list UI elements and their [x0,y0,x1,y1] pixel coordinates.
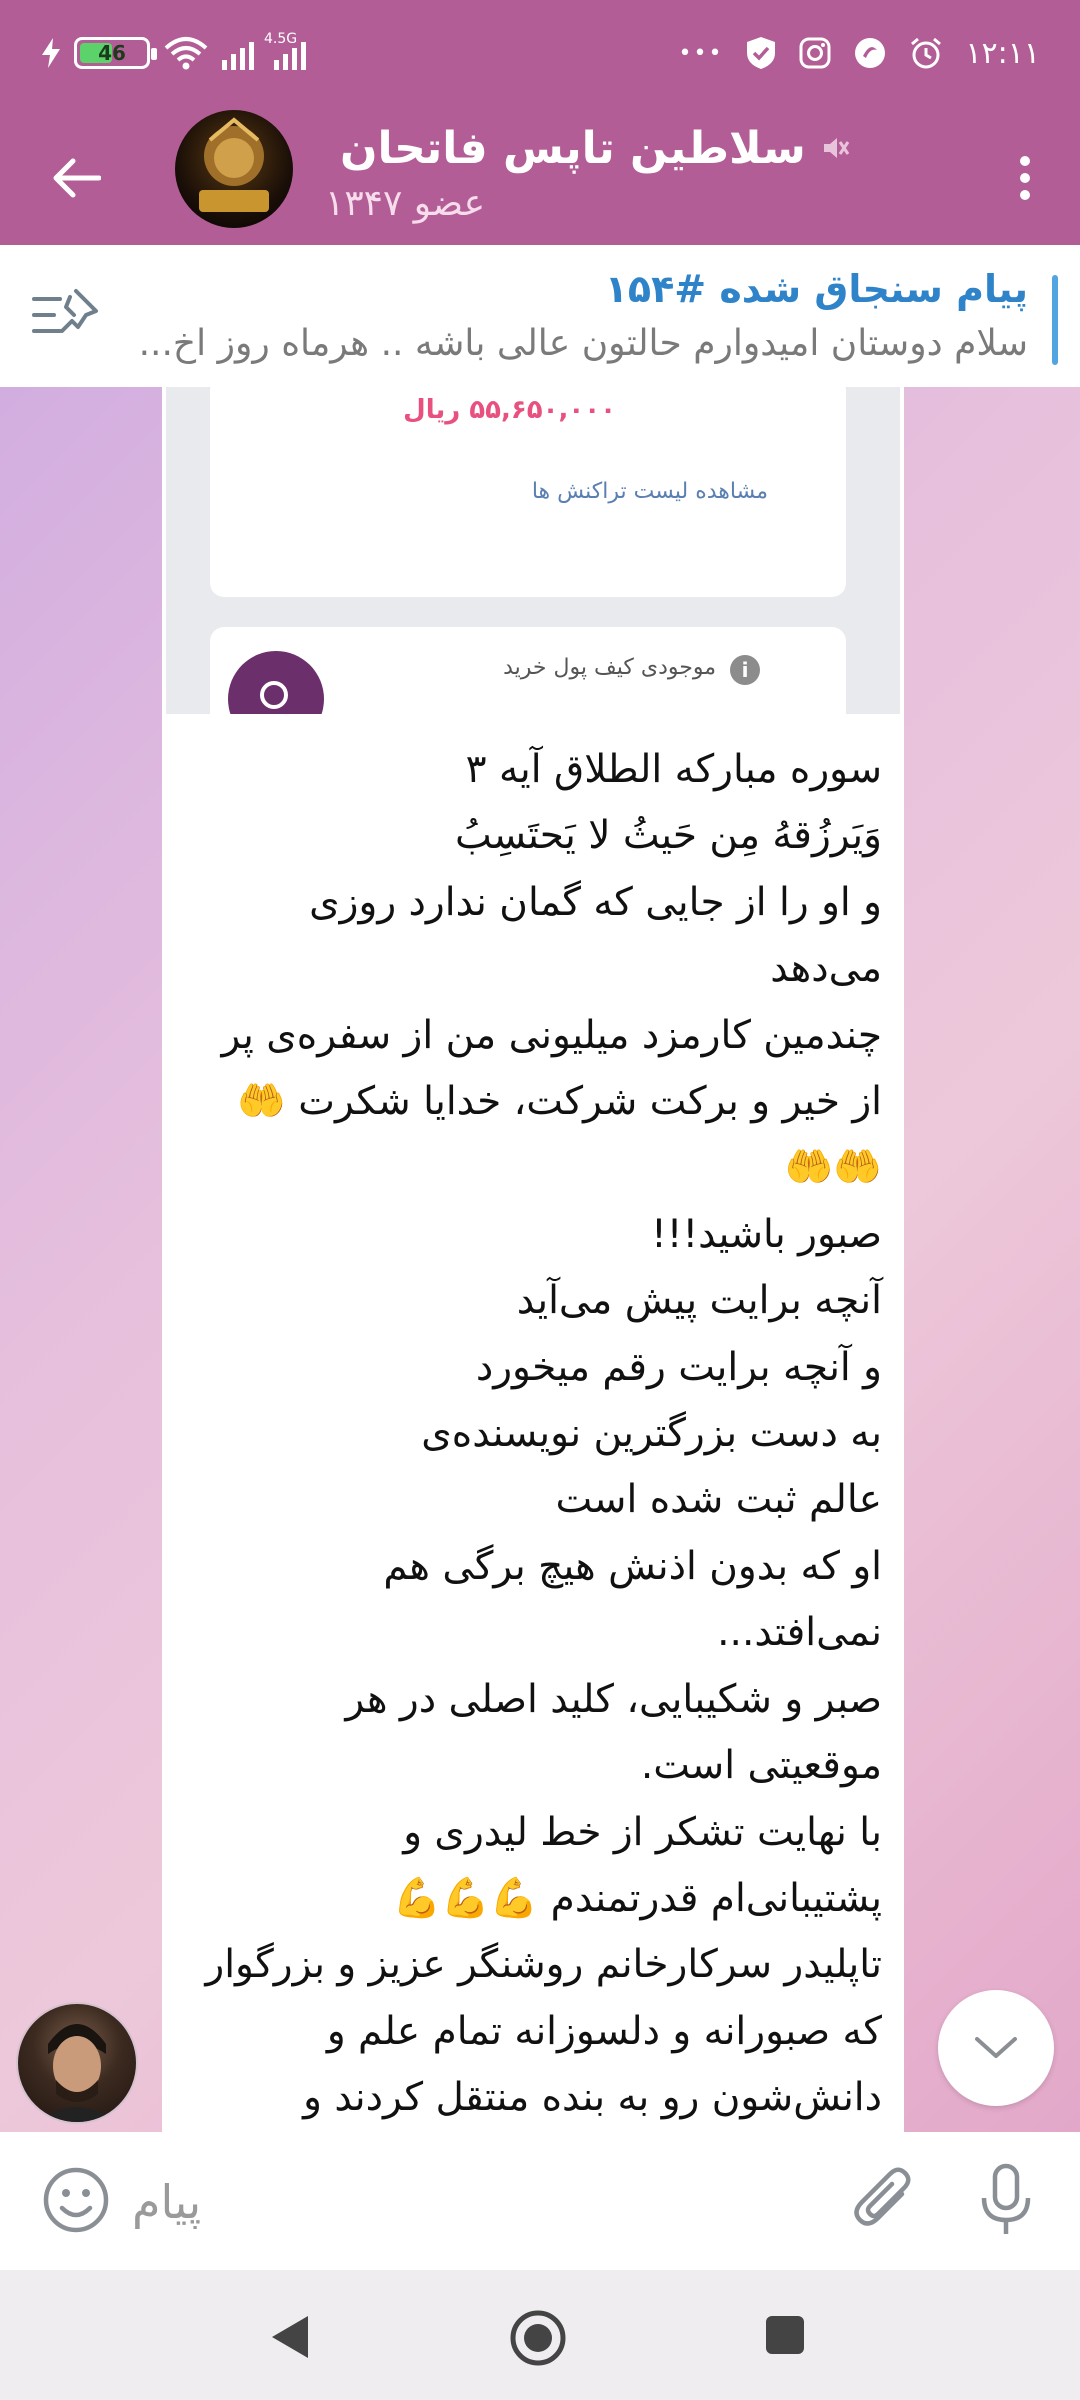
menu-button[interactable] [1000,143,1050,213]
sender-avatar[interactable] [16,2002,138,2124]
alarm-icon [909,36,943,70]
scroll-down-button[interactable] [938,1990,1054,2106]
charging-icon [42,38,60,68]
pinned-title: پیام سنجاق شده #۱۵۴ [604,267,1028,311]
clock: ۱۲:۱۱ [965,35,1040,71]
screenshot-transactions-link: مشاهده لیست تراکنش ها [531,479,768,504]
screenshot-wallet-label: موجودی کیف پول خرید [503,655,716,680]
chat-area[interactable]: ۵۵,۶۵۰,۰۰۰ ریال مشاهده لیست تراکنش ها i … [0,387,1080,2132]
member-count: ۱۳۴۷ عضو [325,183,486,224]
group-avatar[interactable] [175,110,293,228]
network-type: 4.5G [264,31,298,47]
signal-icon: 4.5G [222,32,318,70]
chevron-down-icon [975,2037,1017,2058]
arrow-left-icon [53,158,101,198]
instagram-icon [799,37,831,69]
status-left: 46 4.5G [42,30,318,76]
microphone-button[interactable] [970,2162,1042,2238]
system-navigation-bar [0,2270,1080,2400]
emoji-button[interactable] [40,2164,112,2236]
message-input-bar [0,2132,1080,2270]
app-notification-icon [853,36,887,70]
chat-title: سلاطین تاپس فاتحان [340,123,806,174]
message-bubble[interactable]: ۵۵,۶۵۰,۰۰۰ ریال مشاهده لیست تراکنش ها i … [162,387,904,2132]
pinned-message-bar[interactable]: پیام سنجاق شده #۱۵۴ سلام دوستان امیدوارم… [0,245,1080,389]
battery-indicator: 46 [74,37,157,69]
screenshot-card: ۵۵,۶۵۰,۰۰۰ ریال مشاهده لیست تراکنش ها [210,387,846,597]
info-icon: i [730,655,760,685]
attach-button[interactable] [850,2164,922,2236]
microphone-icon [981,2163,1031,2234]
pin-list-icon[interactable] [30,285,100,345]
triangle-back-icon [272,2316,308,2358]
chat-header: سلاطین تاپس فاتحان ۱۳۴۷ عضو [0,105,1080,245]
screenshot-wallet-card: i موجودی کیف پول خرید [210,627,846,714]
screenshot-image[interactable]: ۵۵,۶۵۰,۰۰۰ ریال مشاهده لیست تراکنش ها i … [166,387,900,714]
message-input[interactable] [130,2162,814,2242]
nav-back-button[interactable] [268,2312,312,2366]
shield-check-icon [745,36,777,70]
wifi-icon [164,36,208,70]
screenshot-amount: ۵۵,۶۵۰,۰۰۰ ریال [403,395,616,425]
battery-percent: 46 [98,41,126,65]
home-circle-icon [510,2310,566,2366]
pinned-indicator [1052,275,1058,365]
square-recents-icon [766,2316,804,2354]
back-button[interactable] [42,143,112,213]
pinned-text: سلام دوستان امیدوارم حالتون عالی باشه ..… [138,323,1028,364]
emoji-icon [43,2167,109,2233]
nav-recents-button[interactable] [764,2314,806,2360]
nav-home-button[interactable] [508,2308,568,2372]
message-text: سوره مبارکه الطلاق آیه ۳ وَیَرزُقهُ مِن … [205,747,882,2121]
mute-icon [820,123,850,174]
paperclip-icon [854,2167,911,2226]
wallet-icon [228,651,324,714]
status-bar: 46 4.5G ••• ۱۲:۱۱ [0,0,1080,105]
chat-title-row[interactable]: سلاطین تاپس فاتحان [340,123,850,174]
status-right: ••• ۱۲:۱۱ [679,30,1041,76]
more-vertical-icon [1020,156,1030,200]
more-notifications: ••• [678,40,724,66]
